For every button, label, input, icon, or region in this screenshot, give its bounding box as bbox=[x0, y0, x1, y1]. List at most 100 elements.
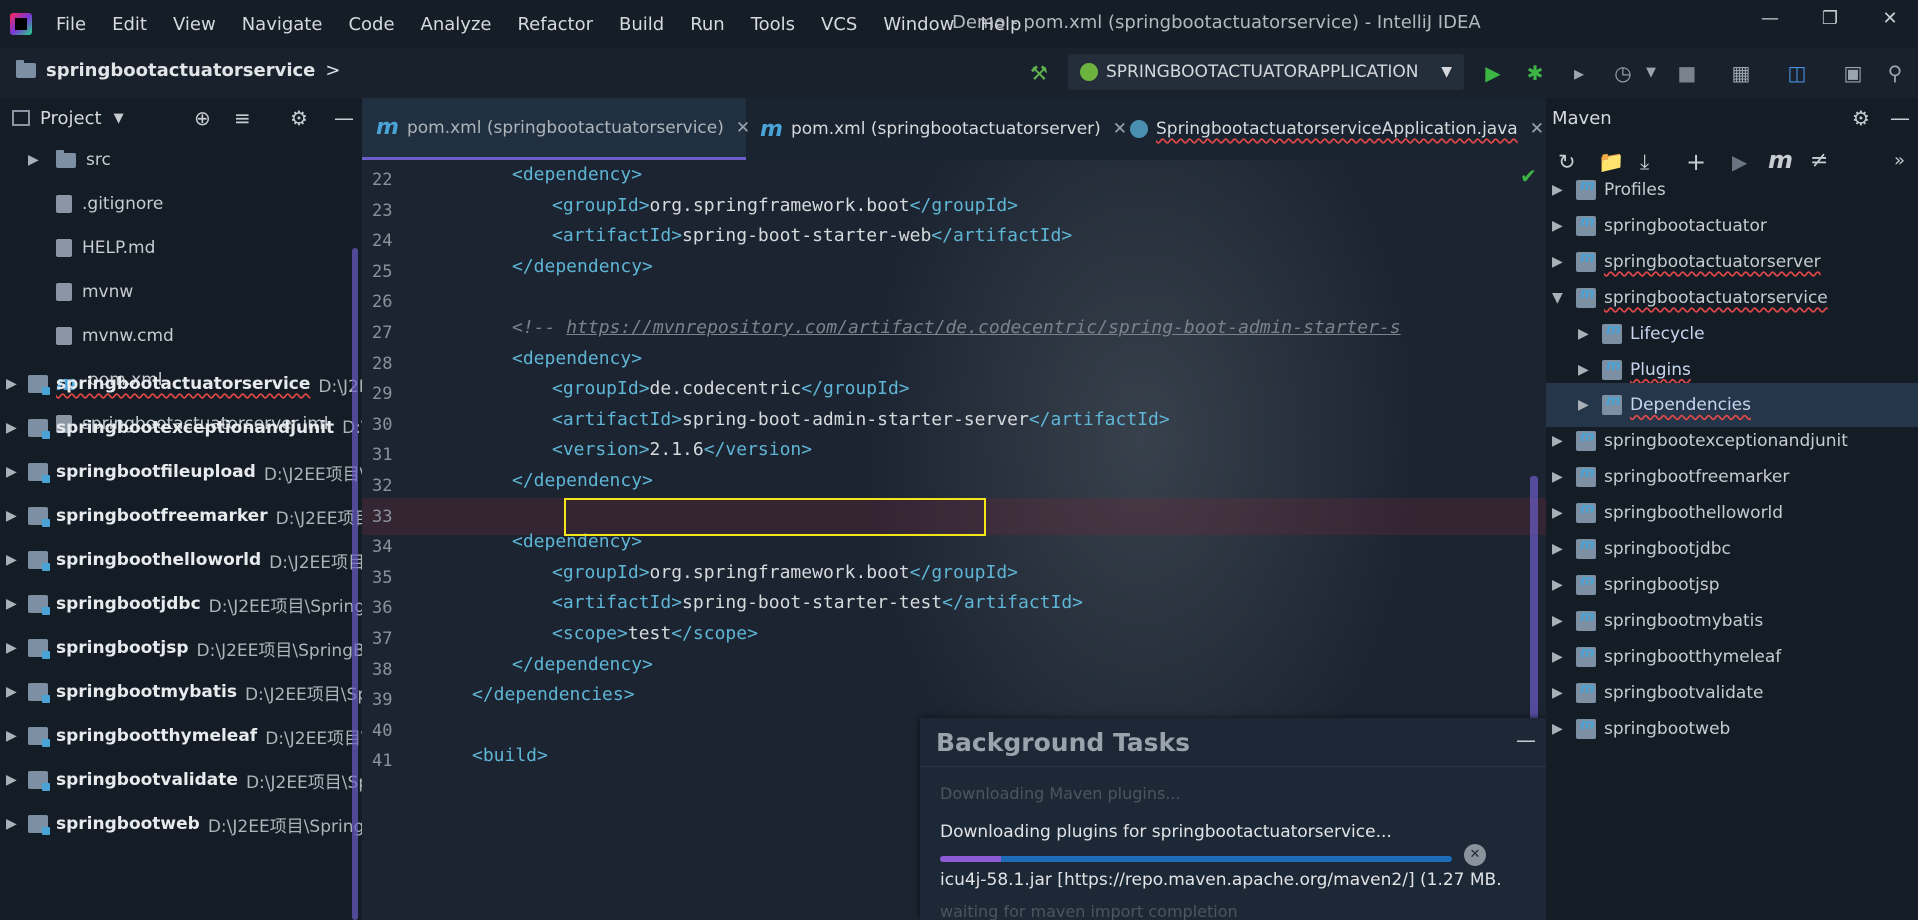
menu-build[interactable]: Build bbox=[619, 14, 664, 35]
maximize-button[interactable]: ❐ bbox=[1810, 8, 1850, 36]
code-line[interactable]: </dependency> bbox=[512, 462, 653, 499]
expand-arrow-icon[interactable]: ▶ bbox=[1578, 326, 1594, 342]
tab-application-java[interactable]: SpringbootactuatorserviceApplication.jav… bbox=[1126, 98, 1546, 160]
expand-arrow-icon[interactable]: ▶ bbox=[1552, 649, 1568, 665]
menu-run[interactable]: Run bbox=[690, 14, 725, 35]
stop-icon[interactable]: ■ bbox=[1674, 60, 1700, 86]
project-module-item[interactable]: ▶ springbootjsp D:\J2EE项目\SpringBoo bbox=[6, 626, 362, 670]
expand-arrow-icon[interactable]: ▶ bbox=[6, 420, 22, 436]
run-configuration-selector[interactable]: SPRINGBOOTACTUATORAPPLICATION ▼ bbox=[1068, 54, 1464, 90]
code-token: <version> bbox=[552, 439, 650, 461]
project-module-item[interactable]: ▶ springboothelloworld D:\J2EE项目\Sp bbox=[6, 538, 362, 582]
expand-arrow-icon[interactable]: ▶ bbox=[6, 816, 22, 832]
menu-navigate[interactable]: Navigate bbox=[242, 14, 323, 35]
expand-arrow-icon[interactable]: ▶ bbox=[1552, 577, 1568, 593]
close-window-button[interactable]: ✕ bbox=[1870, 8, 1910, 36]
menu-code[interactable]: Code bbox=[348, 14, 394, 35]
expand-arrow-icon[interactable]: ▶ bbox=[6, 596, 22, 612]
expand-arrow-icon[interactable]: ▶ bbox=[6, 376, 22, 392]
gear-icon[interactable]: ⚙ bbox=[290, 106, 308, 130]
project-file-item[interactable]: mvnw bbox=[28, 270, 133, 314]
maven-module-icon bbox=[1576, 429, 1596, 452]
minimize-button[interactable]: — bbox=[1750, 8, 1790, 36]
terminal-icon[interactable]: ▣ bbox=[1840, 60, 1866, 86]
profile-icon[interactable]: ◷ bbox=[1610, 60, 1636, 86]
debug-icon[interactable]: ✱ bbox=[1522, 60, 1548, 86]
gear-icon[interactable]: ⚙ bbox=[1852, 106, 1870, 130]
project-file-item[interactable]: mvnw.cmd bbox=[28, 314, 174, 358]
expand-arrow-icon[interactable]: ▶ bbox=[1552, 218, 1568, 234]
close-tab-icon[interactable]: ✕ bbox=[1530, 119, 1544, 139]
project-module-item[interactable]: ▶springbootactuatorserviceD:\J2EE项 bbox=[6, 362, 362, 406]
project-file-item[interactable]: .gitignore bbox=[28, 182, 163, 226]
expand-arrow-icon[interactable]: ▶ bbox=[1552, 721, 1568, 737]
scrollbar[interactable] bbox=[352, 248, 358, 920]
close-tab-icon[interactable]: ✕ bbox=[1113, 119, 1127, 139]
expand-arrow-icon[interactable]: ▶ bbox=[1552, 469, 1568, 485]
expand-arrow-icon[interactable]: ▶ bbox=[6, 640, 22, 656]
build-hammer-icon[interactable]: ⚒ bbox=[1026, 60, 1052, 86]
expand-arrow-icon[interactable]: ▶ bbox=[6, 552, 22, 568]
search-everywhere-icon[interactable]: ⚲ bbox=[1882, 60, 1908, 86]
translate-icon[interactable]: ◫ bbox=[1784, 60, 1810, 86]
project-module-item[interactable]: ▶ springbootvalidate D:\J2EE项目\Spri bbox=[6, 758, 362, 802]
menu-analyze[interactable]: Analyze bbox=[421, 14, 492, 35]
menu-refactor[interactable]: Refactor bbox=[517, 14, 593, 35]
code-line[interactable]: </dependencies> bbox=[472, 676, 635, 713]
coverage-icon[interactable]: ▸ bbox=[1566, 60, 1592, 86]
project-file-item[interactable]: HELP.md bbox=[28, 226, 155, 270]
code-line[interactable]: </dependency> bbox=[512, 248, 653, 285]
expand-arrow-icon[interactable]: ▶ bbox=[6, 772, 22, 788]
minimize-popup-icon[interactable]: — bbox=[1516, 728, 1536, 752]
menu-window[interactable]: Window bbox=[883, 14, 954, 35]
project-module-item[interactable]: ▶ springbootjdbc D:\J2EE项目\SpringBo bbox=[6, 582, 362, 626]
expand-arrow-icon[interactable]: ▶ bbox=[1552, 505, 1568, 521]
expand-arrow-icon[interactable]: ▶ bbox=[6, 728, 22, 744]
menu-file[interactable]: File bbox=[56, 14, 86, 35]
breadcrumb-project[interactable]: springbootactuatorservice bbox=[46, 60, 315, 81]
project-module-item[interactable]: ▶ springbootfileupload D:\J2EE项目\Sp bbox=[6, 450, 362, 494]
hide-panel-icon[interactable]: — bbox=[334, 106, 354, 130]
menu-edit[interactable]: Edit bbox=[112, 14, 147, 35]
code-line[interactable]: <build> bbox=[472, 737, 548, 774]
expand-arrow-icon[interactable]: ▶ bbox=[1552, 613, 1568, 629]
project-dropdown-icon[interactable]: ▼ bbox=[114, 111, 124, 126]
project-module-item[interactable]: ▶ springbootmybatis D:\J2EE项目\Spri bbox=[6, 670, 362, 714]
project-file-item[interactable]: ▶ src bbox=[28, 138, 111, 182]
menu-tools[interactable]: Tools bbox=[751, 14, 795, 35]
expand-arrow-icon[interactable]: ▶ bbox=[1552, 433, 1568, 449]
collapse-all-icon[interactable]: ≡ bbox=[234, 106, 251, 130]
project-structure-icon[interactable]: ▦ bbox=[1728, 60, 1754, 86]
maven-module-icon bbox=[1576, 537, 1596, 559]
expand-arrow-icon[interactable]: ▶ bbox=[28, 152, 44, 168]
locate-file-icon[interactable]: ⊕ bbox=[194, 106, 211, 130]
maven-tree-item[interactable]: ▶ springbootweb bbox=[1546, 707, 1918, 751]
expand-arrow-icon[interactable]: ▶ bbox=[1578, 362, 1594, 378]
expand-arrow-icon[interactable]: ▶ bbox=[1552, 541, 1568, 557]
expand-arrow-icon[interactable]: ▶ bbox=[6, 684, 22, 700]
project-title[interactable]: Project bbox=[40, 108, 102, 129]
run-icon[interactable]: ▶ bbox=[1480, 60, 1506, 86]
expand-arrow-icon[interactable]: ▶ bbox=[1552, 254, 1568, 270]
hide-panel-icon[interactable]: — bbox=[1890, 106, 1910, 130]
lifecycle-icon bbox=[1602, 322, 1622, 344]
project-module-item[interactable]: ▶ springbootweb D:\J2EE项目\SpringBo bbox=[6, 802, 362, 846]
expand-arrow-icon[interactable]: ▶ bbox=[6, 508, 22, 524]
expand-arrow-icon[interactable]: ▶ bbox=[6, 464, 22, 480]
collapse-arrow-icon[interactable]: ▼ bbox=[1552, 290, 1568, 306]
tab-pom-server[interactable]: m pom.xml (springbootactuatorserver) ✕ bbox=[746, 98, 1127, 160]
code-line[interactable]: <!-- https://mvnrepository.com/artifact/… bbox=[512, 309, 1401, 346]
menu-view[interactable]: View bbox=[173, 14, 216, 35]
expand-arrow-icon[interactable]: ▶ bbox=[1552, 685, 1568, 701]
menu-vcs[interactable]: VCS bbox=[821, 14, 857, 35]
project-module-item[interactable]: ▶ springbootthymeleaf D:\J2EE项目\Sp bbox=[6, 714, 362, 758]
tab-pom-service[interactable]: m pom.xml (springbootactuatorservice) ✕ bbox=[362, 98, 750, 160]
cancel-task-icon[interactable]: ✕ bbox=[1464, 844, 1486, 866]
project-module-item[interactable]: ▶ springbootfreemarker D:\J2EE项目\S bbox=[6, 494, 362, 538]
code-token: </dependencies> bbox=[472, 684, 635, 706]
expand-arrow-icon[interactable]: ▶ bbox=[1552, 182, 1568, 198]
expand-arrow-icon[interactable]: ▶ bbox=[1578, 397, 1594, 413]
breadcrumb[interactable]: springbootactuatorservice > bbox=[16, 60, 340, 81]
project-module-item[interactable]: ▶springbootexceptionandjunitD:\J2E bbox=[6, 406, 362, 450]
profile-dropdown-icon[interactable]: ▼ bbox=[1638, 60, 1664, 86]
